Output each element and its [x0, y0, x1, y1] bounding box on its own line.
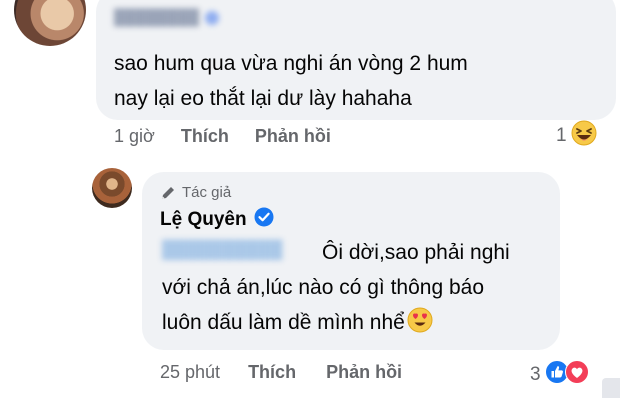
heart-eyes-emoji-icon — [407, 307, 433, 344]
like-button[interactable]: Thích — [181, 126, 229, 147]
comment-reactions[interactable]: 1 — [556, 120, 597, 152]
partial-icon — [602, 378, 620, 398]
author-badge: Tác giả — [160, 184, 231, 201]
reply-line: với chả án,lúc nào có gì thông báo — [162, 276, 484, 299]
reply-reactions[interactable]: 3 — [530, 360, 589, 390]
reaction-count: 1 — [556, 125, 567, 146]
comment-text: sao hum qua vừa nghi án vòng 2 hum nay l… — [114, 46, 468, 116]
author-badge-label: Tác giả — [182, 184, 232, 201]
blurred-badge-icon — [205, 11, 220, 26]
comment-timestamp[interactable]: 1 giờ — [114, 126, 155, 147]
pen-icon — [162, 186, 174, 199]
reply-button[interactable]: Phản hồi — [326, 362, 402, 383]
commenter-name-blurred[interactable]: ████████ — [114, 9, 220, 26]
author-name[interactable]: Lệ Quyên — [160, 209, 247, 231]
reaction-count: 3 — [530, 364, 541, 385]
reply-author: Lệ Quyên — [160, 207, 274, 233]
like-button[interactable]: Thích — [248, 362, 296, 383]
reply-line-last: luôn dấu làm dề mình nhể — [162, 305, 510, 344]
heart-icon — [564, 360, 589, 390]
reply-actions: 25 phút Thích Phản hồi — [160, 362, 402, 383]
reply-timestamp[interactable]: 25 phút — [160, 362, 220, 383]
reply-text: Ôi dời,sao phải nghi với chả án,lúc nào … — [162, 235, 510, 344]
comment-line: sao hum qua vừa nghi án vòng 2 hum — [114, 52, 468, 75]
author-avatar[interactable] — [92, 168, 132, 208]
reply-line: Ôi dời,sao phải nghi — [322, 241, 510, 264]
comment-actions: 1 giờ Thích Phản hồi — [114, 126, 331, 147]
comment-line: nay lại eo thắt lại dư lày hahaha — [114, 87, 412, 110]
verified-badge-icon — [254, 207, 274, 233]
reply-button[interactable]: Phản hồi — [255, 126, 331, 147]
commenter-avatar[interactable] — [14, 0, 86, 46]
laughing-emoji-icon — [571, 120, 597, 152]
reply-line: luôn dấu làm dề mình nhể — [162, 311, 405, 334]
